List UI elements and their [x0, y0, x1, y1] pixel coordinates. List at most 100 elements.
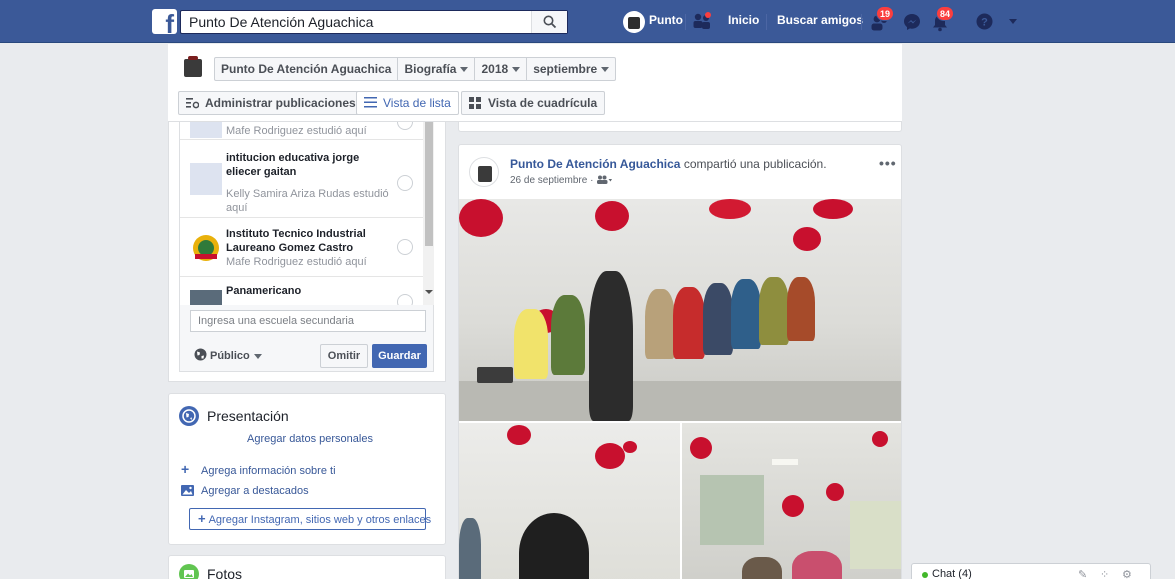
featured-photo-icon: [181, 485, 194, 496]
add-personal-data-link[interactable]: Agregar datos personales: [247, 433, 373, 445]
post-photo-bottom-left[interactable]: [459, 423, 680, 579]
find-friends-link[interactable]: Buscar amigos: [777, 13, 863, 27]
add-info-link[interactable]: Agrega información sobre ti: [201, 465, 336, 477]
balloon: [595, 201, 629, 231]
home-link[interactable]: Inicio: [728, 13, 759, 27]
person-back-figure: [519, 513, 589, 579]
account-menu-chevron-down-icon[interactable]: [1008, 18, 1018, 26]
school-radio[interactable]: [397, 122, 413, 130]
banner: [850, 501, 901, 569]
ceiling-light: [772, 459, 798, 465]
projector: [477, 367, 513, 383]
new-group-icon[interactable]: ⁘: [1100, 568, 1109, 579]
page-name-label: Punto De Atención Aguachica: [221, 62, 392, 76]
list-view-icon: [364, 97, 377, 108]
photos-title[interactable]: Fotos: [207, 566, 242, 579]
profile-avatar[interactable]: [623, 11, 645, 33]
intro-title: Presentación: [207, 408, 289, 424]
balloon: [782, 495, 804, 517]
audience-friends-icon[interactable]: [596, 175, 613, 184]
chat-label: Chat (4): [932, 568, 972, 579]
grid-view-button[interactable]: Vista de cuadrícula: [461, 91, 606, 115]
skip-button[interactable]: Omitir: [320, 344, 368, 368]
privacy-selector[interactable]: Público: [194, 348, 262, 362]
page-name-link[interactable]: Punto De Atención Aguachica: [215, 58, 399, 80]
year-dropdown[interactable]: 2018: [475, 58, 528, 80]
plus-icon: +: [198, 511, 206, 526]
post-photo-bottom-right[interactable]: [682, 423, 901, 579]
school-radio[interactable]: [397, 239, 413, 255]
year-label: 2018: [481, 62, 509, 76]
list-item[interactable]: Instituto Tecnico Industrial Laureano Go…: [180, 219, 423, 277]
search-button[interactable]: [531, 11, 567, 33]
post-options-more-icon[interactable]: •••: [879, 155, 897, 171]
nav-divider: [861, 14, 862, 30]
school-radio[interactable]: [397, 294, 413, 305]
friends-page-icon[interactable]: [692, 12, 712, 30]
shared-post: Punto De Atención Aguachica compartió un…: [458, 144, 902, 579]
notifications-button[interactable]: 84: [930, 6, 955, 32]
balloon: [690, 437, 712, 459]
section-dropdown[interactable]: Biografía: [398, 58, 476, 80]
attendee-figure: [787, 277, 815, 341]
balloon: [793, 227, 821, 251]
balloon: [595, 443, 625, 469]
plus-icon: +: [181, 461, 190, 477]
gear-icon[interactable]: ⚙: [1122, 568, 1132, 579]
list-view-button[interactable]: Vista de lista: [356, 91, 459, 115]
education-editor-card: Mafe Rodriguez estudió aquí intitucion e…: [168, 122, 446, 382]
school-name: Instituto Tecnico Industrial Laureano Go…: [226, 228, 366, 254]
add-featured-link[interactable]: Agregar a destacados: [201, 485, 309, 497]
friend-requests-button[interactable]: 19: [870, 6, 895, 32]
messenger-icon[interactable]: [903, 13, 921, 31]
school-radio[interactable]: [397, 175, 413, 191]
add-links-button[interactable]: + Agregar Instagram, sitios web y otros e…: [189, 508, 431, 530]
grid-view-icon: [469, 97, 481, 109]
manage-posts-label: Administrar publicaciones: [205, 96, 356, 110]
profile-link[interactable]: Punto: [649, 13, 683, 27]
facebook-logo-icon[interactable]: f: [152, 9, 177, 37]
list-item[interactable]: Panamericano: [180, 278, 423, 305]
attendee-figure: [742, 557, 782, 579]
chat-sidebar-bar[interactable]: Chat (4) ✎ ⁘ ⚙: [911, 563, 1151, 579]
timeline-selector: Punto De Atención Aguachica Biografía 20…: [214, 57, 617, 81]
list-scrollbar[interactable]: [423, 122, 434, 305]
list-item[interactable]: Mafe Rodriguez estudió aquí: [180, 122, 423, 140]
post-date-link[interactable]: 26 de septiembre: [510, 175, 587, 186]
attendee-figure: [551, 295, 585, 375]
scroll-down-arrow-icon[interactable]: [425, 290, 433, 294]
intro-card: Presentación Agregar datos personales + …: [168, 393, 446, 545]
chevron-down-icon: [460, 67, 469, 73]
svg-text:?: ?: [981, 17, 988, 29]
save-button[interactable]: Guardar: [372, 344, 427, 368]
month-dropdown[interactable]: septiembre: [527, 58, 615, 80]
list-item[interactable]: intitucion educativa jorge eliecer gaita…: [180, 141, 423, 218]
post-photo-main[interactable]: [459, 199, 901, 421]
search-input[interactable]: [181, 11, 533, 33]
chevron-down-icon: [253, 353, 262, 359]
friend-requests-badge: 19: [876, 6, 895, 21]
page-thumbnail[interactable]: [184, 56, 202, 77]
help-icon[interactable]: ?: [976, 13, 993, 30]
photo-floor: [459, 381, 901, 421]
search-bar: [180, 10, 568, 34]
post-author-avatar[interactable]: [469, 157, 499, 187]
school-name: Panamericano: [226, 285, 302, 297]
top-navigation-bar: f Punto Inicio Buscar amigos 19: [0, 0, 1175, 43]
balloon: [459, 199, 503, 237]
post-author-link[interactable]: Punto De Atención Aguachica: [510, 157, 680, 171]
month-label: septiembre: [533, 62, 598, 76]
manage-posts-button[interactable]: Administrar publicaciones: [178, 91, 364, 115]
school-attendee-text: Kelly Samira Ariza Rudas estudió aquí: [226, 188, 389, 214]
attendee-figure: [703, 283, 733, 355]
add-links-label: Agregar Instagram, sitios web y otros en…: [208, 514, 432, 526]
search-icon: [543, 15, 557, 29]
attendee-figure: [731, 279, 761, 349]
new-message-icon[interactable]: ✎: [1078, 568, 1087, 579]
photos-card: Fotos: [168, 555, 446, 579]
scrollbar-thumb[interactable]: [425, 122, 433, 246]
high-school-editor: Mafe Rodriguez estudió aquí intitucion e…: [179, 122, 434, 372]
attendee-figure: [673, 287, 705, 359]
high-school-input[interactable]: [190, 310, 426, 332]
grid-view-label: Vista de cuadrícula: [488, 96, 598, 110]
